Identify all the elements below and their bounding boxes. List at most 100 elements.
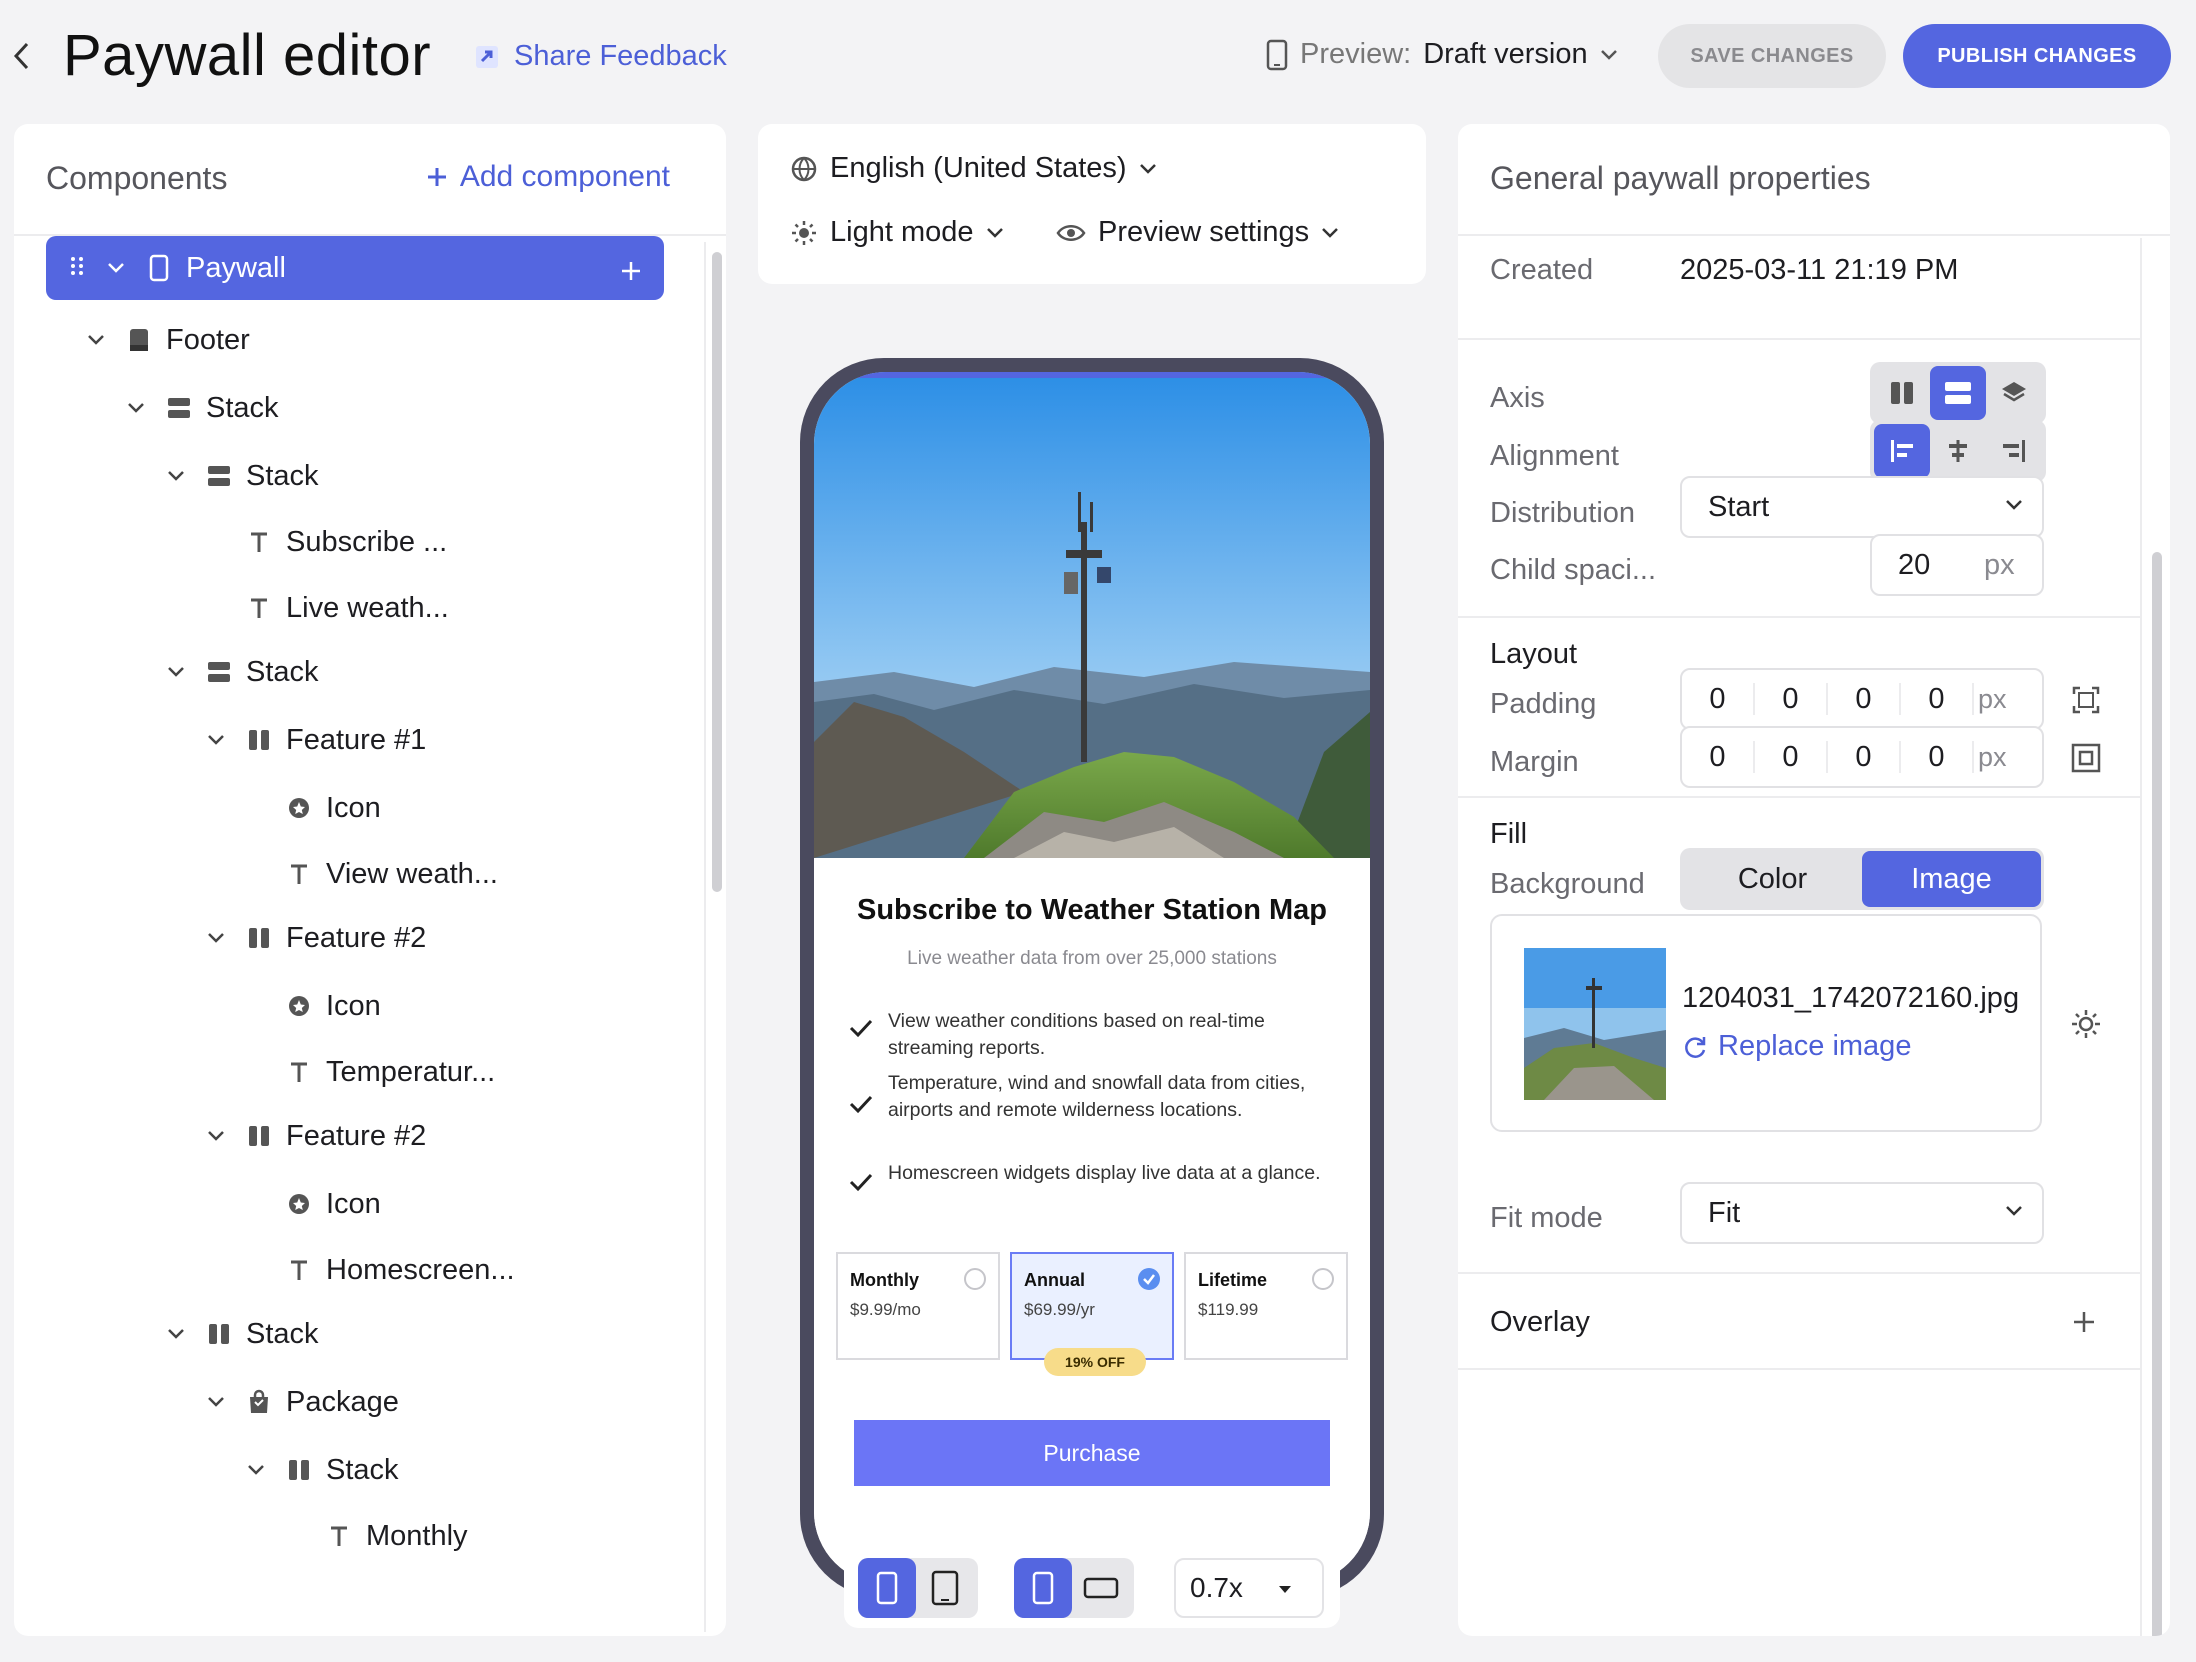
tree-item[interactable]: Subscribe ... [14,512,447,572]
device-phone-option[interactable] [858,1558,916,1618]
padding-input[interactable]: 0 0 0 0 px [1680,668,2044,730]
tree-item[interactable]: Stack [14,1440,399,1500]
save-changes-button[interactable]: SAVE CHANGES [1658,24,1886,88]
tree-item[interactable]: Temperatur... [14,1042,495,1102]
margin-expand-icon[interactable] [2070,742,2102,774]
portrait-option[interactable] [1014,1558,1072,1618]
preview-version-select[interactable]: Preview: Draft version [1266,38,1618,71]
back-button[interactable] [10,38,32,74]
components-scrollbar[interactable] [704,242,726,1632]
package-lifetime[interactable]: Lifetime $119.99 [1184,1252,1348,1360]
chevron-down-icon[interactable] [166,466,186,486]
margin-bottom[interactable]: 0 [1828,741,1901,773]
package-price: $9.99/mo [850,1300,921,1319]
chevron-down-icon[interactable] [206,928,226,948]
feature-text: Temperature, wind and snowfall data from… [888,1072,1306,1121]
margin-input[interactable]: 0 0 0 0 px [1680,726,2044,788]
chevron-down-icon[interactable] [166,662,186,682]
rows-icon [1945,382,1971,404]
tree-item[interactable]: Monthly [14,1506,468,1566]
replace-image-link[interactable]: Replace image [1682,1030,1911,1063]
radio-button[interactable] [1312,1268,1334,1290]
chevron-down-icon[interactable] [126,398,146,418]
add-component-button[interactable]: Add component [426,160,670,194]
chevron-down-icon[interactable] [106,258,126,278]
tree-item-label: Homescreen... [326,1253,515,1286]
align-end-option[interactable] [1986,424,2042,478]
chevron-down-icon[interactable] [206,1126,226,1146]
distribution-select[interactable]: Start [1680,476,2044,538]
unit-label: px [1984,548,2015,581]
preview-settings-select[interactable]: Preview settings [1056,216,1339,249]
chevron-down-icon[interactable] [206,1392,226,1412]
padding-right[interactable]: 0 [1755,683,1828,715]
locale-select[interactable]: English (United States) [790,152,1157,185]
padding-expand-icon[interactable] [2070,684,2102,716]
tree-item[interactable]: Icon [14,976,381,1036]
properties-panel: General paywall properties Created 2025-… [1458,124,2170,1636]
scrollbar-thumb[interactable] [712,252,722,892]
tree-item[interactable]: Package [14,1372,399,1432]
align-center-option[interactable] [1930,424,1986,478]
publish-changes-button[interactable]: PUBLISH CHANGES [1903,24,2171,88]
share-feedback-label: Share Feedback [514,40,727,72]
tree-item[interactable]: Feature #1 [14,710,426,770]
device-toolbar: 0.7x [844,1548,1340,1628]
axis-layered-option[interactable] [1986,366,2042,420]
margin-left[interactable]: 0 [1901,741,1974,773]
theme-select[interactable]: Light mode [790,216,1004,249]
tree-item[interactable]: Stack [14,1304,319,1364]
radio-button-checked[interactable] [1138,1268,1160,1290]
add-overlay-button[interactable] [2070,1308,2098,1336]
axis-vertical-option[interactable] [1930,366,1986,420]
tree-item[interactable]: Footer [14,310,250,370]
tree-item[interactable]: Live weath... [14,578,449,638]
tree-item[interactable]: Stack [14,378,279,438]
device-tablet-option[interactable] [916,1558,974,1618]
purchase-button[interactable]: Purchase [854,1420,1330,1486]
chevron-down-icon[interactable] [86,330,106,350]
margin-right[interactable]: 0 [1755,741,1828,773]
scrollbar-thumb[interactable] [2152,552,2162,1636]
fit-mode-select[interactable]: Fit [1680,1182,2044,1244]
tree-item-label: Icon [326,1187,381,1220]
icon-component-icon [286,1191,312,1217]
add-child-icon[interactable] [620,257,642,290]
margin-top[interactable]: 0 [1682,741,1755,773]
tree-item[interactable]: Stack [14,642,319,702]
background-image-option[interactable]: Image [1862,851,2041,907]
padding-top[interactable]: 0 [1682,683,1755,715]
portrait-icon [1032,1571,1054,1605]
tree-item-selected[interactable]: Paywall [46,236,664,300]
tree-item[interactable]: Homescreen... [14,1240,515,1300]
child-spacing-input[interactable]: 20 px [1870,534,2044,596]
tree-item[interactable]: Icon [14,778,381,838]
padding-left[interactable]: 0 [1901,683,1974,715]
tree-item[interactable]: Feature #2 [14,908,426,968]
axis-horizontal-option[interactable] [1874,366,1930,420]
radio-button[interactable] [964,1268,986,1290]
landscape-option[interactable] [1072,1558,1130,1618]
chevron-down-icon[interactable] [206,730,226,750]
drag-handle-icon[interactable] [70,252,84,285]
tree-item[interactable]: View weath... [14,844,498,904]
chevron-down-icon[interactable] [166,1324,186,1344]
background-color-option[interactable]: Color [1683,851,1862,907]
chevron-down-icon[interactable] [246,1460,266,1480]
package-annual[interactable]: Annual $69.99/yr [1010,1252,1174,1360]
padding-bottom[interactable]: 0 [1828,683,1901,715]
tree-item[interactable]: Icon [14,1174,381,1234]
tree-item-label: Temperatur... [326,1055,496,1088]
tree-item[interactable]: Feature #2 [14,1106,426,1166]
properties-scrollbar[interactable] [2140,238,2170,1636]
tree-item[interactable]: Stack [14,446,319,506]
share-feedback-link[interactable]: Share Feedback [474,40,727,73]
sun-icon[interactable] [2070,1008,2102,1040]
tree-item-label: Icon [326,791,381,824]
package-monthly[interactable]: Monthly $9.99/mo [836,1252,1000,1360]
align-start-option[interactable] [1874,424,1930,478]
zoom-select[interactable]: 0.7x [1174,1558,1324,1618]
package-icon [246,1389,272,1415]
